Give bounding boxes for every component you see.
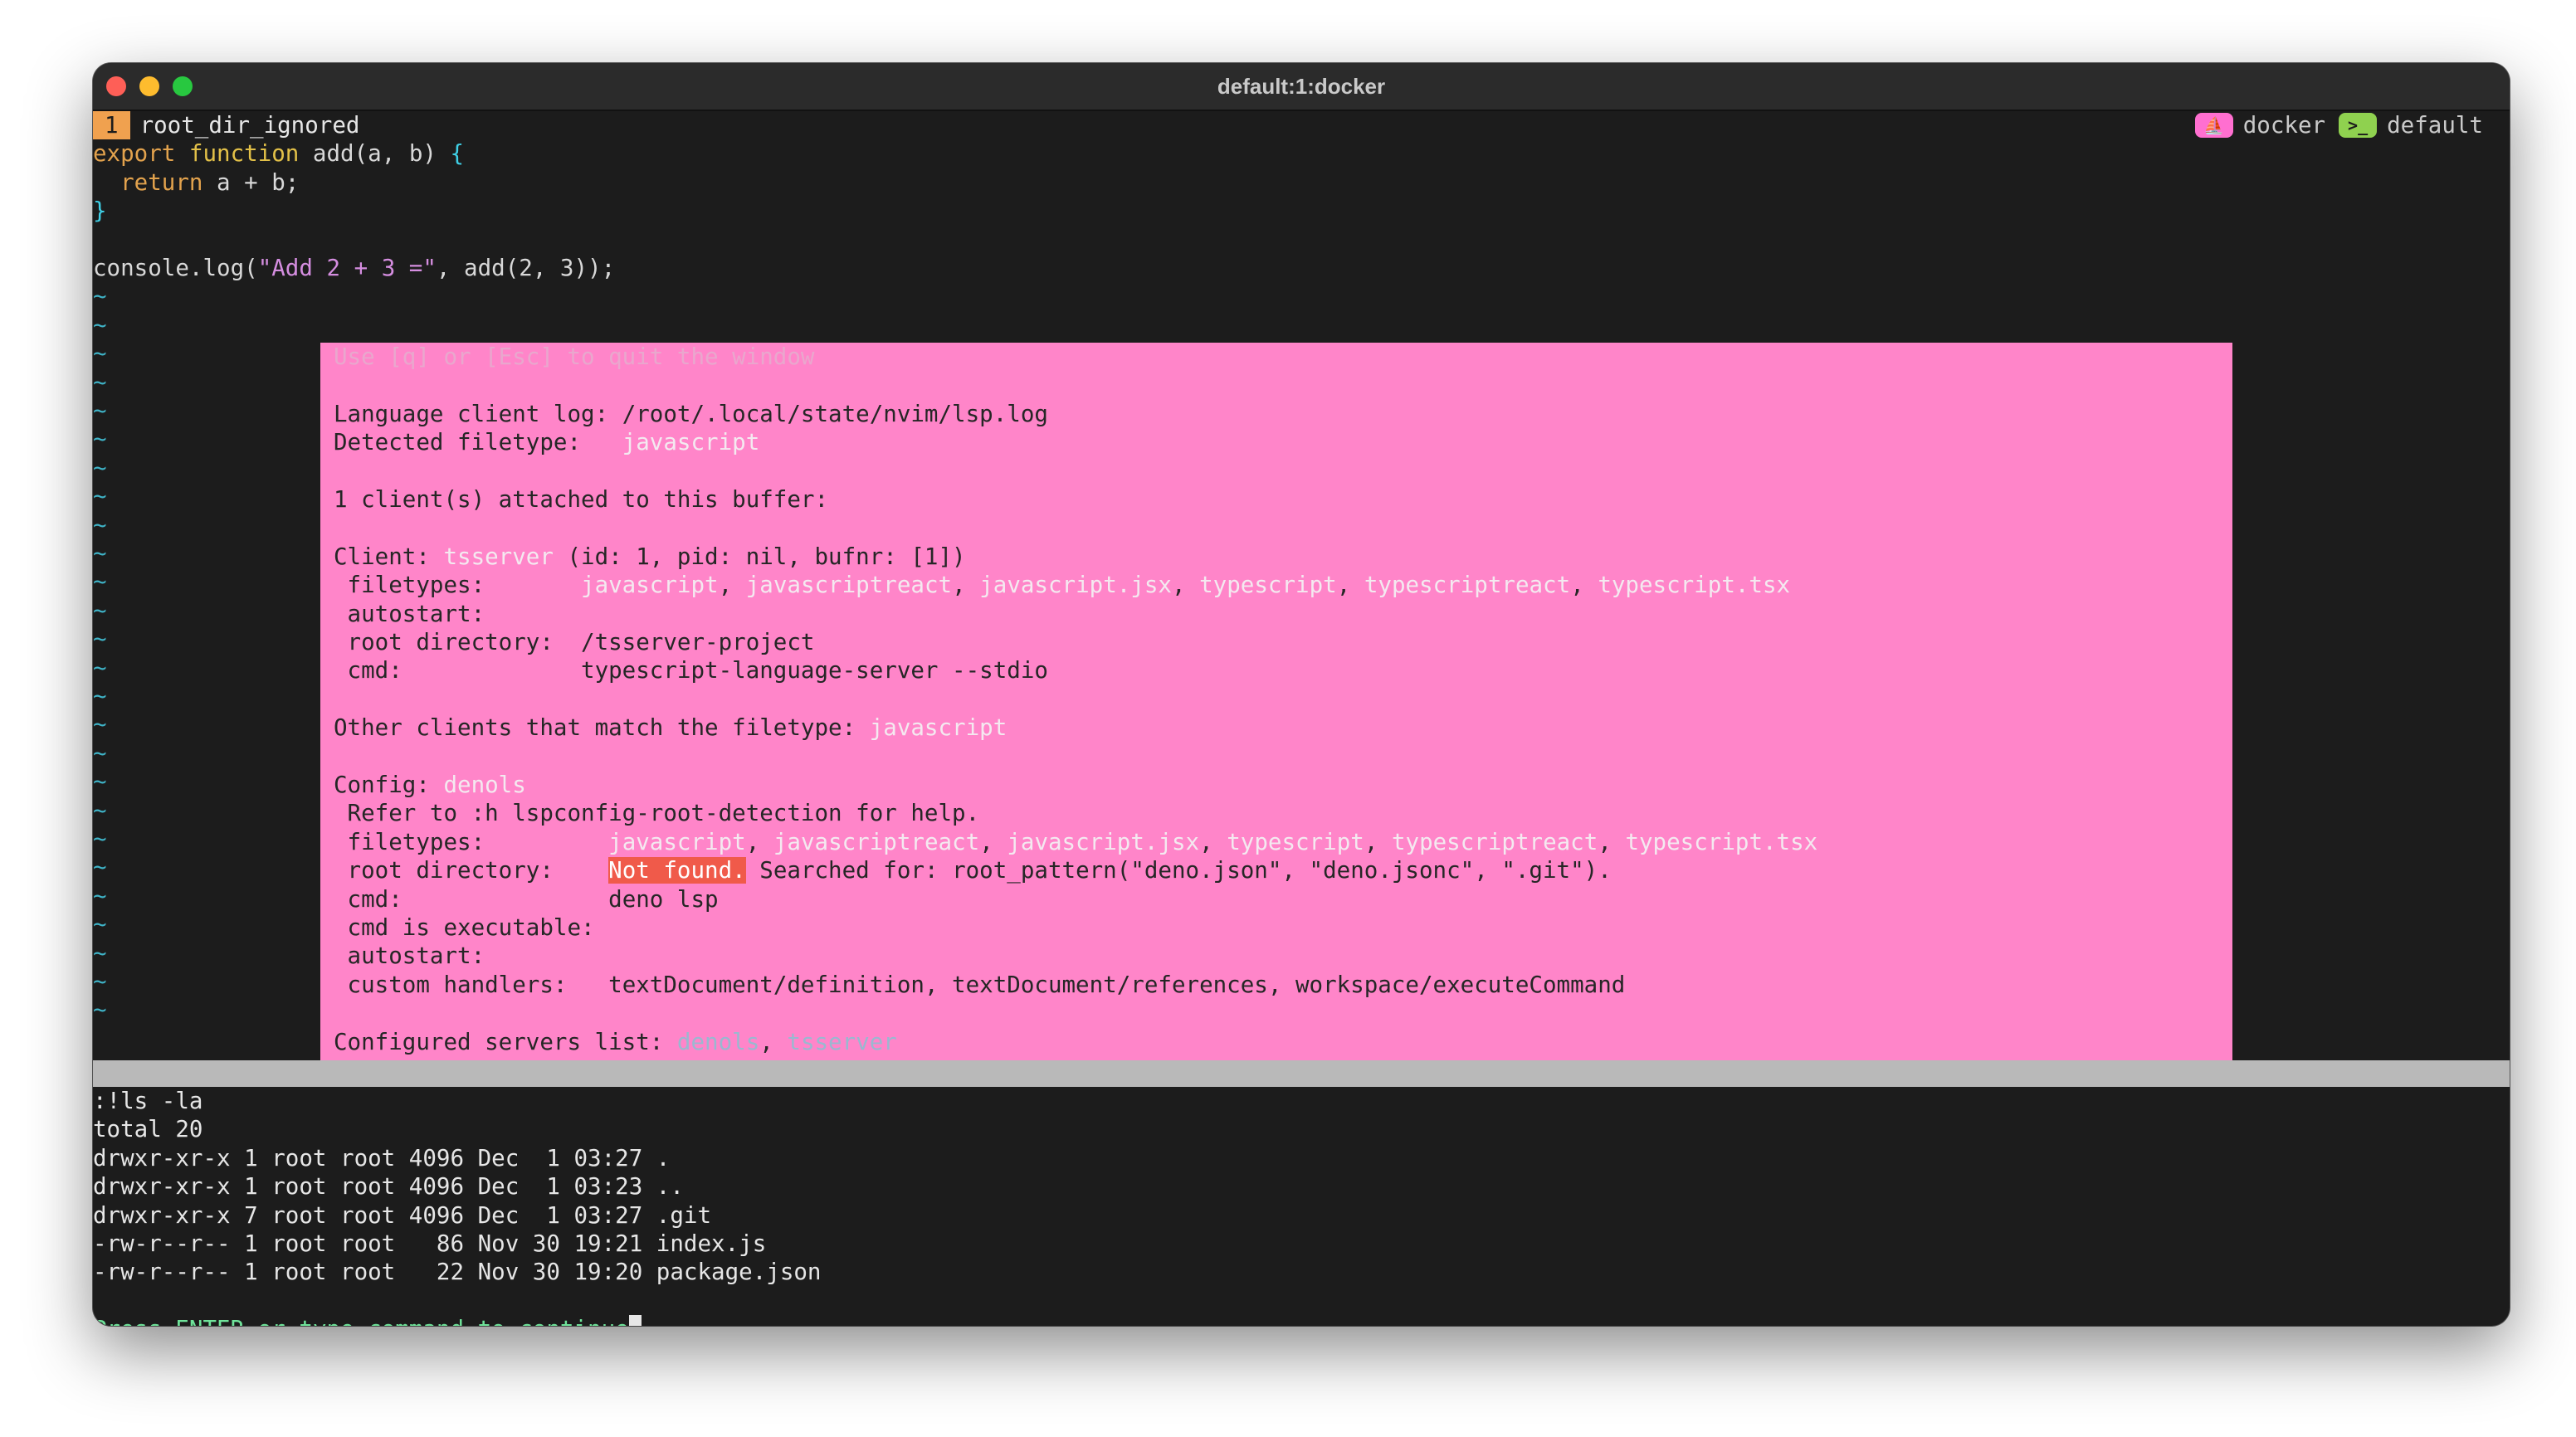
lspinfo-popup[interactable]: Use [q] or [Esc] to quit the window Lang… [320,343,2232,1079]
ts-filetypes-line: filetypes: javascript, javascriptreact, … [334,572,1791,599]
shell-output-line: -rw-r--r-- 1 root root 86 Nov 30 19:21 i… [93,1230,767,1257]
shell-output-line: drwxr-xr-x 1 root root 4096 Dec 1 03:27 … [93,1144,671,1172]
deno-root-line: root directory: Not found. Searched for:… [334,857,1612,884]
deno-autostart-line: autostart: [334,943,485,970]
terminal-window: default:1:docker 1 root_dir_ignored ⛵ doc… [93,63,2510,1326]
tmux-right-tabs: ⛵ docker >_ default [2194,111,2496,139]
popup-hint: Use [q] or [Esc] to quit the window [334,343,815,370]
deno-filetypes-line: filetypes: javascript, javascriptreact, … [334,828,1818,855]
code-line-1: export function add(a, b) { [93,140,465,168]
refer-line: Refer to :h lspconfig-root-detection for… [334,800,980,827]
deno-handlers-line: custom handlers: textDocument/definition… [334,971,1626,998]
terminal-content[interactable]: 1 root_dir_ignored ⛵ docker >_ default ex… [93,111,2510,1326]
client-line: Client: tsserver (id: 1, pid: nil, bufnr… [334,543,966,570]
text-cursor [628,1315,642,1326]
session-default[interactable]: default [2387,111,2483,139]
terminal-icon: >_ [2339,113,2378,139]
shell-output-line: drwxr-xr-x 7 root root 4096 Dec 1 03:27 … [93,1201,712,1229]
title-bar: default:1:docker [93,63,2510,111]
shell-output-line: total 20 [93,1116,203,1143]
tab-number[interactable]: 1 [93,111,130,140]
ts-cmd-line: cmd: typescript-language-server --stdio [334,657,1048,684]
other-clients-line: Other clients that match the filetype: j… [334,714,1007,742]
code-line-2: return a + b; [120,168,300,196]
vim-statusline [93,1060,2510,1087]
shell-output-line: -rw-r--r-- 1 root root 22 Nov 30 19:20 p… [93,1259,822,1286]
deno-exec-line: cmd is executable: [334,914,595,941]
ts-root-line: root directory: /tsserver-project [334,629,815,655]
window-title: default:1:docker [1217,74,1386,99]
tmux-status-line: 1 root_dir_ignored [93,111,2510,140]
log-line: Language client log: /root/.local/state/… [334,400,1048,427]
session-docker[interactable]: docker [2243,111,2325,139]
config-line: Config: denols [334,772,526,798]
shell-output-line: drwxr-xr-x 1 root root 4096 Dec 1 03:23 … [93,1173,684,1201]
ts-autostart-line: autostart: [334,600,485,627]
command-line: :!ls -la [93,1088,203,1114]
continue-prompt[interactable]: Press ENTER or type command to continue [93,1315,2510,1326]
attached-line: 1 client(s) attached to this buffer: [334,486,829,513]
deno-cmd-line: cmd: deno lsp [334,885,719,913]
filetype-line: Detected filetype: javascript [334,429,760,456]
tilde-marker: ~ [93,311,107,339]
servers-line: Configured servers list: denols, tsserve… [334,1028,897,1055]
docker-icon: ⛵ [2194,113,2233,139]
not-found-badge: Not found. [608,857,746,884]
code-line-5: console.log("Add 2 + 3 =", add(2, 3)); [93,255,616,281]
tab-name[interactable]: root_dir_ignored [140,112,360,139]
code-line-3: } [93,197,107,225]
tilde-marker: ~ [93,283,107,310]
